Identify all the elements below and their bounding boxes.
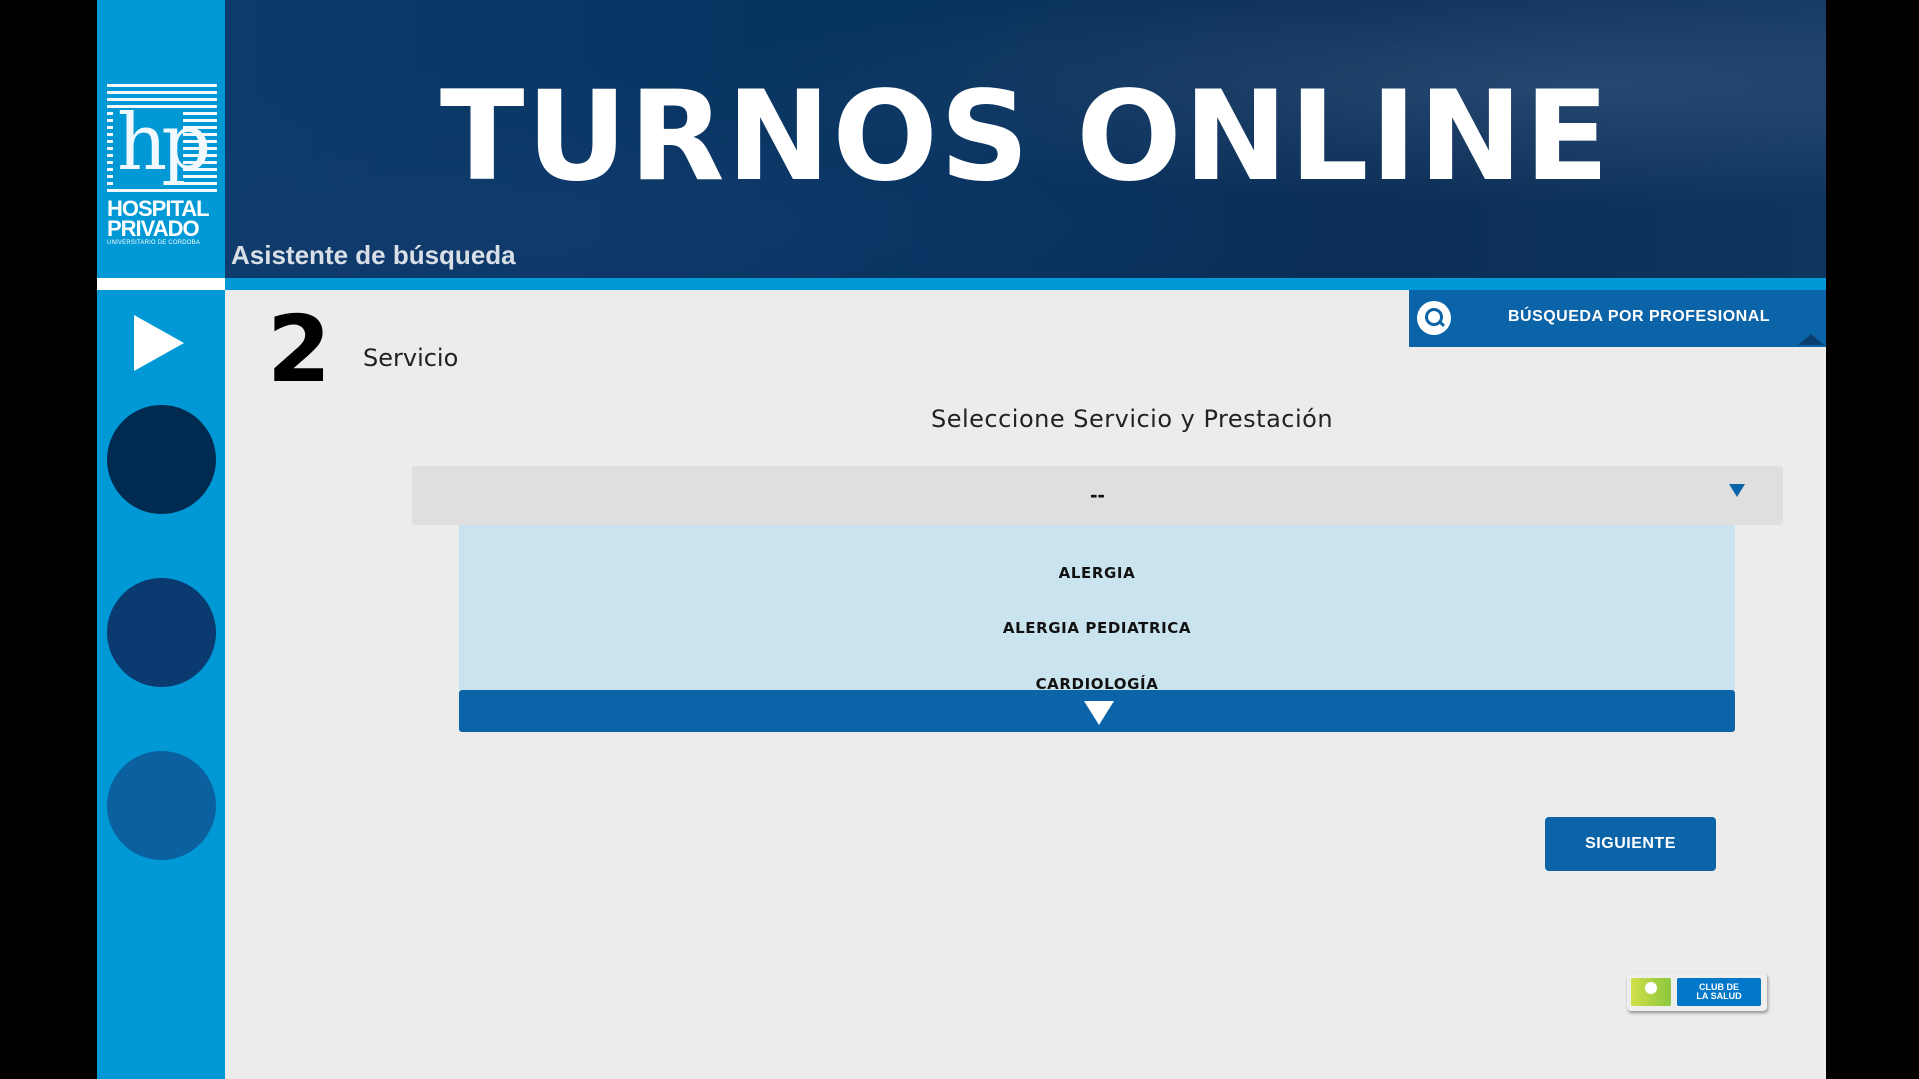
banner-divider xyxy=(225,278,1826,290)
club-line2: LA SALUD xyxy=(1696,991,1742,1001)
search-by-professional-button[interactable]: BÚSQUEDA POR PROFESIONAL xyxy=(1409,290,1826,347)
sidebar-divider xyxy=(97,278,225,290)
hp-logo-mark-icon: hp xyxy=(107,84,217,194)
club-de-la-salud-logo[interactable]: CLUB DE LA SALUD xyxy=(1627,973,1767,1011)
club-logo-text: CLUB DE LA SALUD xyxy=(1677,978,1761,1006)
logo-mark-text: hp xyxy=(117,98,211,188)
step-number: 2 xyxy=(267,296,332,403)
step-label: Servicio xyxy=(363,344,459,372)
collapse-arrow-icon xyxy=(1798,334,1824,345)
step-indicator-2[interactable] xyxy=(107,578,216,687)
service-select-value: -- xyxy=(1090,482,1105,507)
logo-name-line2: PRIVADO xyxy=(107,216,200,241)
app-window: hp HOSPITAL PRIVADO UNIVERSITARIO DE COR… xyxy=(97,0,1826,1079)
sidebar: hp HOSPITAL PRIVADO UNIVERSITARIO DE COR… xyxy=(97,0,225,1079)
service-select[interactable]: -- xyxy=(412,466,1783,525)
scroll-down-button[interactable] xyxy=(459,690,1735,732)
hospital-logo: hp HOSPITAL PRIVADO UNIVERSITARIO DE COR… xyxy=(107,84,217,246)
step-indicator-3[interactable] xyxy=(107,751,216,860)
banner-subtitle: Asistente de búsqueda xyxy=(231,240,516,270)
arrow-down-icon xyxy=(1084,701,1114,725)
service-options-list: ALERGIA ALERGIA PEDIATRICA CARDIOLOGÍA xyxy=(459,525,1735,693)
play-icon[interactable] xyxy=(134,315,184,371)
page-title: TURNOS ONLINE xyxy=(439,65,1612,209)
search-by-professional-label: BÚSQUEDA POR PROFESIONAL xyxy=(1507,308,1771,325)
club-leaf-icon xyxy=(1631,978,1671,1006)
service-option[interactable]: ALERGIA xyxy=(459,553,1735,593)
search-icon xyxy=(1417,301,1451,335)
header-banner: TURNOS ONLINE Asistente de búsqueda xyxy=(225,0,1826,278)
next-button[interactable]: SIGUIENTE xyxy=(1545,817,1716,871)
instruction-text: Seleccione Servicio y Prestación xyxy=(930,405,1334,433)
service-option[interactable]: ALERGIA PEDIATRICA xyxy=(459,608,1735,648)
logo-subtitle: UNIVERSITARIO DE CORDOBA xyxy=(107,240,201,246)
chevron-down-icon xyxy=(1729,484,1745,497)
step-indicator-1[interactable] xyxy=(107,405,216,514)
